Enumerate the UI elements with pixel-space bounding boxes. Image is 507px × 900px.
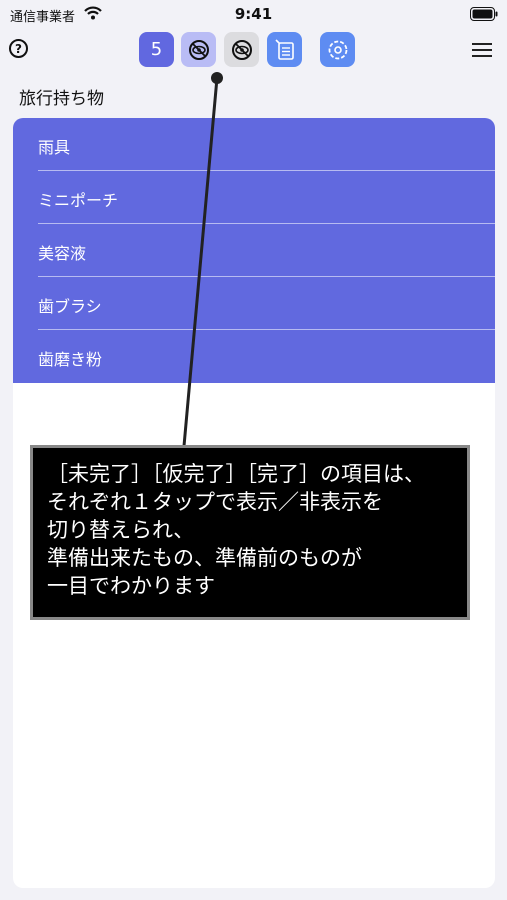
toolbar: ? 5 bbox=[0, 30, 507, 74]
callout-line: ［未完了］［仮完了］［完了］の項目は、 bbox=[47, 462, 425, 486]
toggle-incomplete-button[interactable] bbox=[181, 32, 216, 67]
settings-button[interactable] bbox=[320, 32, 355, 67]
list-item[interactable]: 美容液 bbox=[13, 224, 495, 277]
list-item[interactable]: 雨具 bbox=[13, 118, 495, 171]
eye-slash-icon bbox=[188, 39, 209, 60]
item-list: 雨具 ミニポーチ 美容液 歯ブラシ 歯磨き粉 bbox=[13, 118, 495, 383]
list-item-label: 美容液 bbox=[38, 244, 87, 263]
count-button[interactable]: 5 bbox=[139, 32, 174, 67]
toggle-tentative-button[interactable] bbox=[224, 32, 259, 67]
checklist-icon bbox=[274, 38, 294, 60]
list-item[interactable]: ミニポーチ bbox=[13, 171, 495, 224]
gear-icon bbox=[328, 40, 347, 59]
list-item-label: 歯ブラシ bbox=[38, 297, 102, 316]
help-button[interactable]: ? bbox=[9, 39, 28, 58]
callout-line: 切り替えられ、 bbox=[47, 518, 195, 542]
battery-icon bbox=[470, 7, 498, 21]
list-item-label: 雨具 bbox=[38, 138, 71, 157]
count-badge: 5 bbox=[150, 39, 163, 60]
toggle-complete-button[interactable] bbox=[267, 32, 302, 67]
callout-line: 一目でわかります bbox=[47, 574, 215, 598]
list-item[interactable]: 歯ブラシ bbox=[13, 277, 495, 330]
callout-line: それぞれ１タップで表示／非表示を bbox=[47, 490, 383, 514]
hamburger-menu-icon[interactable] bbox=[472, 43, 492, 57]
eye-slash-icon bbox=[231, 39, 252, 60]
status-time: 9:41 bbox=[234, 5, 273, 23]
page-title: 旅行持ち物 bbox=[19, 89, 104, 109]
callout-box: ［未完了］［仮完了］［完了］の項目は、 それぞれ１タップで表示／非表示を 切り替… bbox=[30, 445, 470, 620]
status-bar: 通信事業者 9:41 bbox=[0, 0, 507, 30]
list-item-label: 歯磨き粉 bbox=[38, 350, 103, 369]
list-item-label: ミニポーチ bbox=[38, 191, 119, 210]
callout-line: 準備出来たもの、準備前のものが bbox=[47, 546, 362, 570]
list-item[interactable]: 歯磨き粉 bbox=[13, 330, 495, 383]
